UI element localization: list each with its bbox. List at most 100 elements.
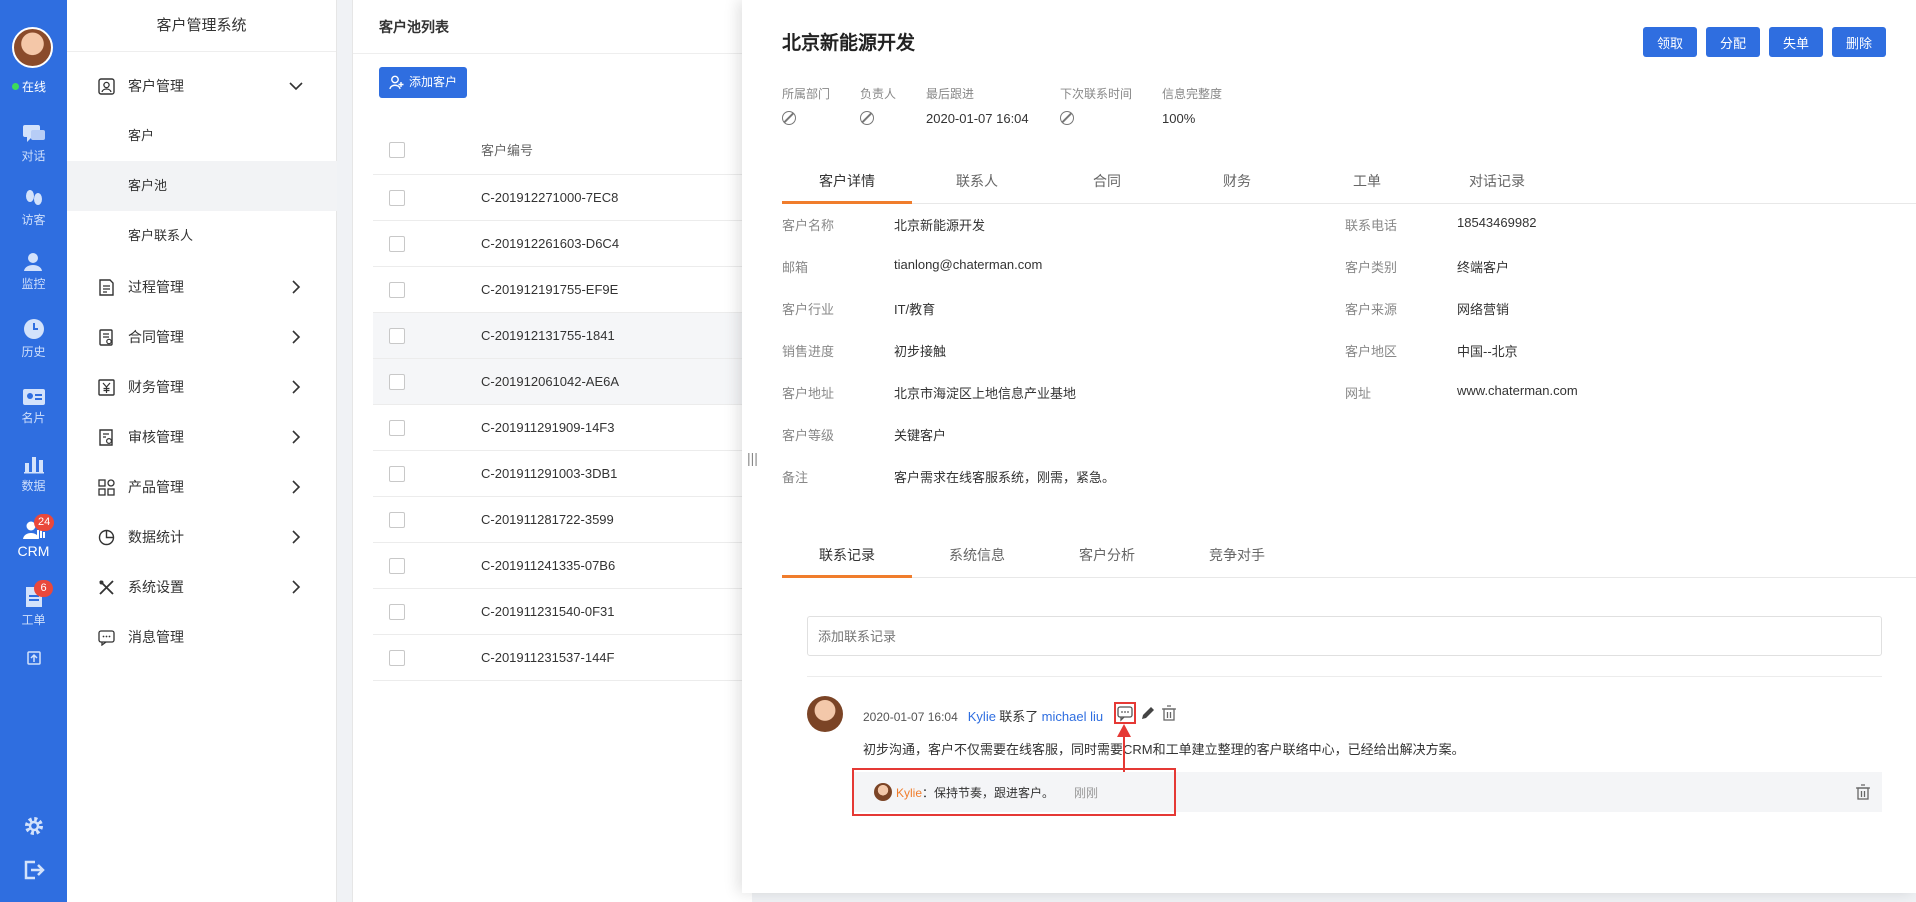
logout-button[interactable] bbox=[0, 860, 67, 883]
monitor-user-icon bbox=[23, 253, 42, 271]
row-checkbox[interactable] bbox=[389, 328, 405, 344]
row-checkbox[interactable] bbox=[389, 236, 405, 252]
empty-value-icon bbox=[782, 111, 796, 125]
trash-icon[interactable] bbox=[1160, 704, 1178, 722]
clock-icon bbox=[23, 319, 44, 339]
chevron-right-icon bbox=[292, 280, 301, 294]
assign-button[interactable]: 分配 bbox=[1705, 27, 1760, 57]
menu-item-contract[interactable]: 合同管理 bbox=[67, 312, 337, 362]
claim-button[interactable]: 领取 bbox=[1642, 27, 1697, 57]
divider bbox=[807, 676, 1882, 677]
gear-icon bbox=[24, 817, 43, 835]
table-row[interactable]: C-201911281722-3599 bbox=[373, 497, 763, 543]
table-row[interactable]: C-201912131755-1841 bbox=[373, 313, 763, 359]
tab-contacts[interactable]: 联系人 bbox=[912, 160, 1042, 204]
lost-button[interactable]: 失单 bbox=[1768, 27, 1823, 57]
rail-item-visitor[interactable]: 访客 bbox=[0, 188, 67, 228]
highlight-comment-box bbox=[1114, 702, 1136, 724]
rail-item-ticket[interactable]: 工单 6 bbox=[0, 580, 67, 628]
rail-item-misc[interactable] bbox=[0, 650, 67, 669]
add-customer-button[interactable]: 添加客户 bbox=[379, 67, 468, 98]
left-rail: 在线 对话 访客 监控 历史 名片 数据 CRM 24 工单 6 bbox=[0, 0, 67, 902]
edit-icon[interactable] bbox=[1139, 704, 1157, 722]
chevron-right-icon bbox=[292, 530, 301, 544]
chevron-right-icon bbox=[292, 430, 301, 444]
row-checkbox[interactable] bbox=[389, 282, 405, 298]
settings-button[interactable] bbox=[0, 815, 67, 840]
rail-item-chat[interactable]: 对话 bbox=[0, 124, 67, 164]
logout-icon bbox=[24, 860, 45, 880]
tools-icon bbox=[99, 580, 114, 595]
row-checkbox[interactable] bbox=[389, 420, 405, 436]
sub-item-customer[interactable]: 客户 bbox=[67, 111, 337, 161]
table-row[interactable]: C-201911291003-3DB1 bbox=[373, 451, 763, 497]
pie-chart-icon bbox=[98, 529, 115, 546]
tab-competitors[interactable]: 竞争对手 bbox=[1172, 534, 1302, 578]
tab-contact-records[interactable]: 联系记录 bbox=[782, 534, 912, 578]
sub-item-contacts[interactable]: 客户联系人 bbox=[67, 211, 337, 261]
delete-button[interactable]: 删除 bbox=[1831, 27, 1886, 57]
online-dot-icon bbox=[12, 83, 19, 90]
row-checkbox[interactable] bbox=[389, 190, 405, 206]
table-row[interactable]: C-201912191755-EF9E bbox=[373, 267, 763, 313]
rail-item-monitor[interactable]: 监控 bbox=[0, 252, 67, 292]
avatar bbox=[807, 696, 843, 732]
empty-value-icon bbox=[860, 111, 874, 125]
menu-item-audit[interactable]: 审核管理 bbox=[67, 412, 337, 462]
table-row[interactable]: C-201911231540-0F31 bbox=[373, 589, 763, 635]
rail-item-data[interactable]: 数据 bbox=[0, 454, 67, 494]
online-status: 在线 bbox=[12, 78, 46, 95]
empty-value-icon bbox=[1060, 111, 1074, 125]
table-row[interactable]: C-201911231537-144F bbox=[373, 635, 763, 681]
row-checkbox[interactable] bbox=[389, 558, 405, 574]
add-record-input[interactable] bbox=[807, 616, 1882, 656]
row-checkbox[interactable] bbox=[389, 604, 405, 620]
tab-system-info[interactable]: 系统信息 bbox=[912, 534, 1042, 578]
id-card-icon bbox=[22, 389, 45, 405]
action-buttons: 领取 分配 失单 删除 bbox=[1634, 27, 1886, 57]
tab-finance[interactable]: 财务 bbox=[1172, 160, 1302, 204]
drawer-resize-handle[interactable]: ||| bbox=[747, 450, 758, 466]
tab-ticket[interactable]: 工单 bbox=[1302, 160, 1432, 204]
chevron-down-icon bbox=[289, 82, 303, 91]
menu-item-statistics[interactable]: 数据统计 bbox=[67, 512, 337, 562]
customer-icon bbox=[98, 78, 115, 95]
row-checkbox[interactable] bbox=[389, 650, 405, 666]
tab-customer-analysis[interactable]: 客户分析 bbox=[1042, 534, 1172, 578]
row-checkbox[interactable] bbox=[389, 512, 405, 528]
rail-item-card[interactable]: 名片 bbox=[0, 388, 67, 426]
table-row[interactable]: C-201911291909-14F3 bbox=[373, 405, 763, 451]
meta-last-followup: 最后跟进 2020-01-07 16:04 bbox=[926, 87, 1029, 126]
table-header: 客户编号 bbox=[373, 127, 763, 175]
tab-customer-detail[interactable]: 客户详情 bbox=[782, 160, 912, 204]
tab-chat-history[interactable]: 对话记录 bbox=[1432, 160, 1562, 204]
trash-icon[interactable] bbox=[1854, 783, 1872, 801]
menu-item-product[interactable]: 产品管理 bbox=[67, 462, 337, 512]
rail-item-history[interactable]: 历史 bbox=[0, 318, 67, 360]
sub-item-customer-pool[interactable]: 客户池 bbox=[67, 161, 337, 211]
table-row[interactable]: C-201912061042-AE6A bbox=[373, 359, 763, 405]
menu-item-finance[interactable]: 财务管理 bbox=[67, 362, 337, 412]
menu-title: 客户管理系统 bbox=[67, 0, 336, 52]
tab-contract[interactable]: 合同 bbox=[1042, 160, 1172, 204]
table-row[interactable]: C-201911241335-07B6 bbox=[373, 543, 763, 589]
chevron-right-icon bbox=[292, 480, 301, 494]
chevron-right-icon bbox=[292, 580, 301, 594]
process-icon bbox=[99, 279, 114, 296]
user-avatar[interactable] bbox=[12, 27, 53, 68]
select-all-checkbox[interactable] bbox=[389, 142, 405, 158]
bar-chart-icon bbox=[23, 457, 44, 474]
menu-item-process[interactable]: 过程管理 bbox=[67, 262, 337, 312]
table-row[interactable]: C-201912271000-7EC8 bbox=[373, 175, 763, 221]
row-checkbox[interactable] bbox=[389, 466, 405, 482]
menu-item-settings[interactable]: 系统设置 bbox=[67, 562, 337, 612]
row-checkbox[interactable] bbox=[389, 374, 405, 390]
mail-box-icon bbox=[26, 651, 41, 665]
table-row[interactable]: C-201912261603-D6C4 bbox=[373, 221, 763, 267]
rail-item-crm[interactable]: CRM 24 bbox=[0, 514, 67, 559]
meta-next-contact: 下次联系时间 bbox=[1060, 85, 1132, 128]
menu-item-messages[interactable]: 消息管理 bbox=[67, 612, 337, 662]
menu-item-customer[interactable]: 客户管理 bbox=[67, 61, 337, 111]
contract-icon bbox=[99, 329, 113, 346]
customer-detail-drawer: ||| 北京新能源开发 领取 分配 失单 删除 所属部门 负责人 最后跟进 2020-0… bbox=[742, 0, 1916, 893]
